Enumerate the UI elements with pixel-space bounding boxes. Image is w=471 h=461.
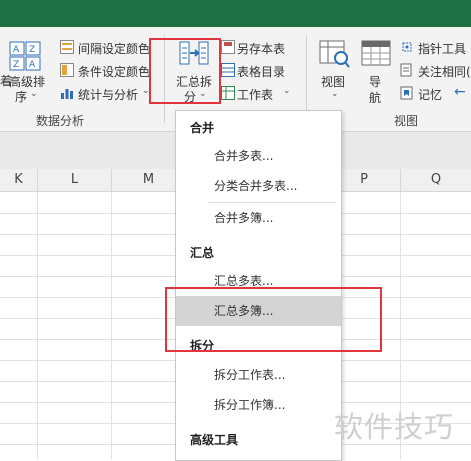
menu-item-merge-workbooks[interactable]: 合并多簿...: [176, 203, 341, 233]
memory-icon: [400, 86, 413, 100]
watermark: 软件技巧: [334, 410, 455, 444]
column-header-q[interactable]: Q: [401, 169, 471, 191]
stats-icon: [61, 89, 73, 99]
save-sheet-icon: [221, 40, 235, 54]
view-magnifier-icon: [319, 40, 350, 68]
menu-header-advanced-tools: 高级工具: [190, 433, 239, 447]
condition-color-icon: [60, 63, 74, 77]
stats-analysis-button[interactable]: 统计与分析 ⌄: [60, 83, 152, 103]
table-catalog-icon: [221, 63, 235, 77]
interval-color-icon: [60, 40, 74, 54]
column-header-l[interactable]: L: [38, 169, 112, 191]
menu-item-split-workbook[interactable]: 拆分工作簿...: [176, 390, 341, 420]
condition-color-button[interactable]: 条件设定颜色: [60, 60, 152, 80]
menu-item-category-merge-sheets[interactable]: 分类合并多表...: [176, 171, 341, 201]
highlight-box-summary-split: [149, 38, 221, 104]
save-sheet-button[interactable]: 另存本表: [221, 37, 305, 57]
focus-same-icon: [400, 63, 412, 77]
view-button[interactable]: 视图 ⌄: [316, 37, 354, 103]
menu-item-split-worksheet[interactable]: 拆分工作表...: [176, 360, 341, 390]
svg-text:A: A: [29, 60, 36, 70]
svg-text:Z: Z: [13, 60, 19, 70]
table-catalog-button[interactable]: 表格目录: [221, 60, 305, 80]
grid-col-line: [37, 192, 38, 459]
focus-same-button[interactable]: 关注相同(: [400, 60, 471, 80]
chevron-down-icon: ⌄: [30, 89, 38, 99]
highlight-box-summary-workbooks: [165, 287, 382, 352]
worksheet-icon: [221, 86, 235, 100]
advanced-sort-label-2: 序: [15, 90, 28, 104]
column-header-k[interactable]: K: [0, 169, 38, 191]
navigation-icon: [361, 40, 391, 66]
pointer-tool-icon: [402, 42, 412, 52]
grid-col-line: [111, 192, 112, 459]
svg-text:Z: Z: [29, 45, 35, 55]
navigation-button[interactable]: 导 航: [358, 37, 394, 105]
sort-az-icon: A Z Z A: [9, 41, 41, 71]
title-bar: [0, 0, 471, 27]
chevron-down-icon: ⌄: [283, 86, 291, 96]
menu-item-merge-sheets[interactable]: 合并多表...: [176, 141, 341, 171]
memory-button[interactable]: 记忆 ←: [400, 83, 471, 103]
svg-text:A: A: [13, 45, 20, 55]
menu-header-summary: 汇总: [190, 246, 215, 260]
menu-header-merge: 合并: [190, 121, 215, 135]
arrow-left-icon[interactable]: ←: [454, 84, 466, 100]
advanced-sort-button[interactable]: A Z Z A: [9, 41, 43, 71]
interval-color-button[interactable]: 间隔设定颜色: [60, 37, 152, 57]
summary-split-menu: 合并 合并多表... 分类合并多表... 合并多簿... 汇总 汇总多表... …: [175, 110, 342, 461]
worksheet-button[interactable]: 工作表 ⌄: [221, 83, 305, 103]
pointer-tool-button[interactable]: 指针工具: [400, 37, 471, 57]
group-label-data-analysis: 数据分析: [36, 114, 85, 128]
group-label-view: 视图: [394, 114, 419, 128]
chevron-down-icon: ⌄: [331, 89, 339, 99]
